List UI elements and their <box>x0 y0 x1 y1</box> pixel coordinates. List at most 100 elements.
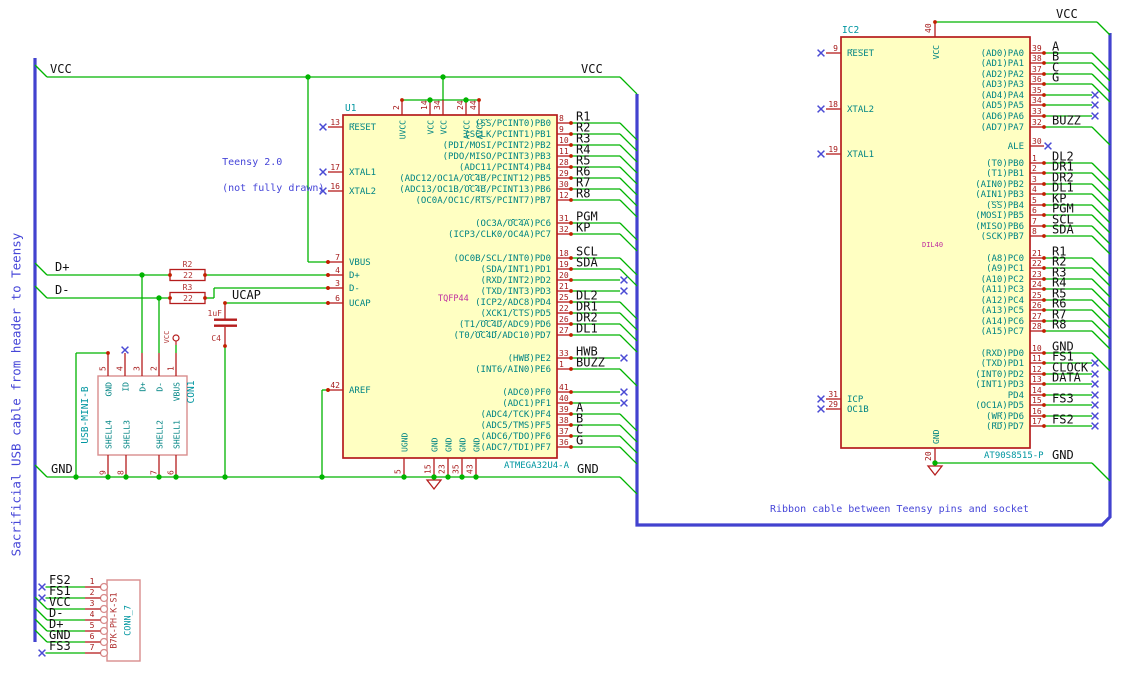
bus-entry <box>34 262 48 276</box>
ic2-symbol[interactable]: IC2DIL40AT90S8515-P9RESET18XTAL219XTAL13… <box>826 22 1044 463</box>
pin-end-dot <box>1042 72 1046 76</box>
pin-name: (PDO/MISO/PCINT3)PB3 <box>443 152 551 162</box>
c4-capacitor[interactable]: 1uF C4 <box>208 303 237 346</box>
pin-name: SHELL3 <box>123 420 132 449</box>
u1-symbol[interactable]: U1TQFP44ATMEGA32U4-A13RESET17XTAL116XTAL… <box>328 100 571 477</box>
pin-number: 40 <box>924 23 933 33</box>
pin-number: 12 <box>559 191 569 200</box>
bus-entry <box>1091 225 1111 245</box>
pin-name: (OC0B/SCL/INT0)PD0 <box>453 254 551 264</box>
bus-entry <box>619 368 638 387</box>
net-label: GND <box>577 462 599 476</box>
cap-plate <box>214 318 237 321</box>
pin-name: (TXD/INT3)PD3 <box>481 287 551 297</box>
pin-end-dot <box>1042 125 1046 129</box>
pin-end-dot <box>326 260 330 264</box>
pin-number: 12 <box>1032 365 1042 374</box>
schematic-canvas: U1 TQFP44 ATMEGA32U4-A 13 RESET 17 XTAL1 16 XTAL… <box>0 0 1131 690</box>
pin-name: (SS)PB4 <box>986 201 1024 211</box>
pin-end-dot <box>1042 103 1046 107</box>
ic2-package: DIL40 <box>922 241 943 249</box>
junction-dot <box>139 272 145 278</box>
pin-number: 6 <box>335 294 340 303</box>
no-connect-icon <box>817 395 825 403</box>
pin-end-dot <box>1042 93 1046 97</box>
pin-number: 23 <box>438 464 447 474</box>
pin-number: 25 <box>1032 291 1042 300</box>
bus-entry <box>34 629 48 643</box>
pin-end-dot <box>569 322 573 326</box>
no-connect-icon <box>620 276 628 284</box>
net-label: D- <box>55 283 69 297</box>
pin-name: (T0/OC4D/ADC10)PD7 <box>453 331 551 341</box>
pin-end-dot <box>569 434 573 438</box>
pin-number: 8 <box>1032 227 1037 236</box>
pin-name: (ADC12/OC1A/OC4B/PCINT12)PB5 <box>399 174 551 184</box>
no-connect-icon <box>817 49 825 57</box>
pin-end-dot <box>1042 277 1046 281</box>
pin-end-dot <box>223 301 227 305</box>
pin-end-dot <box>1042 51 1046 55</box>
pin-end-dot <box>1042 329 1046 333</box>
pin-name: (WR)PD6 <box>986 412 1024 422</box>
pin-end-dot <box>477 98 481 102</box>
no-connect-icon <box>817 105 825 113</box>
note-sacrificial-usb-cable: Sacrificial USB cable from header to Tee… <box>8 232 24 557</box>
pin-number: 34 <box>433 100 442 110</box>
pin-number: 15 <box>424 464 433 474</box>
net-label: GND <box>51 462 73 476</box>
net-label: VCC <box>581 62 603 76</box>
pin-end-dot <box>1042 224 1046 228</box>
pin-number: 16 <box>330 182 340 191</box>
pin-number: 15 <box>1032 396 1042 405</box>
conn7-symbol[interactable]: B7K-PH-K-S1 CONN_7 1 2 3 4 5 6 7 <box>85 577 141 662</box>
pin-number: 20 <box>924 451 933 461</box>
pin-name: ICP <box>847 395 864 405</box>
conn7-value: B7K-PH-K-S1 <box>110 592 120 648</box>
junction-dot <box>473 474 479 480</box>
pin-end-dot <box>569 356 573 360</box>
no-connect-icon <box>1091 380 1099 388</box>
bus-entry <box>1091 288 1111 308</box>
no-connect-icon <box>1091 412 1099 420</box>
r3-resistor[interactable]: R322 <box>169 283 206 305</box>
junction-dot <box>445 474 451 480</box>
u1-value: ATMEGA32U4-A <box>504 461 570 471</box>
pin-number: 7 <box>1032 217 1037 226</box>
pin-number: 32 <box>559 225 569 234</box>
pin-name: (XCK1/CTS)PD5 <box>481 309 551 319</box>
pin-number: 3 <box>1032 175 1037 184</box>
pin-name: GND <box>932 429 941 444</box>
pin-name: (OC1A)PD5 <box>975 401 1024 411</box>
cap-plate <box>214 324 237 327</box>
con1-symbol[interactable]: USB-MINI-B CON1 5 GND 4 ID 3 D+ 2 D- 1 VBUS 9 SHELL4 8… <box>80 353 197 477</box>
bus-entry <box>1096 21 1111 36</box>
r2-resistor[interactable]: R222 <box>169 260 206 282</box>
conn7-pin-circle <box>99 593 109 603</box>
pin-number: 4 <box>1032 185 1037 194</box>
pin-number: 42 <box>330 381 340 390</box>
pin-name: (A13)PC5 <box>981 306 1024 316</box>
net-label: SDA <box>576 256 598 270</box>
pin-end-dot <box>1042 213 1046 217</box>
note-teensy: Teensy 2.0 (not fully drawn) <box>198 143 324 208</box>
pin-number: 3 <box>133 366 142 371</box>
pin-name: ALE <box>1008 142 1024 152</box>
ground-symbol-icon <box>926 465 944 477</box>
pin-name: UCAP <box>349 299 371 309</box>
pin-end-dot <box>223 344 227 348</box>
bus-entry <box>1091 73 1111 93</box>
pin-number: 21 <box>559 282 569 291</box>
pin-name: XTAL1 <box>847 150 874 160</box>
pin-number: 27 <box>559 326 569 335</box>
pin-name: (SS/PCINT0)PB0 <box>475 119 551 129</box>
u1-ref: U1 <box>345 103 357 114</box>
pin-number: 44 <box>469 100 478 110</box>
pin-number: 41 <box>559 383 569 392</box>
pin-name: (ADC4/TCK)PF4 <box>481 410 551 420</box>
pin-name: (T1)PB1 <box>986 169 1024 179</box>
pin-end-dot <box>569 367 573 371</box>
bus-entry <box>1091 83 1111 103</box>
pin-name: (ADC11/PCINT4)PB4 <box>459 163 551 173</box>
pin-number: 26 <box>559 315 569 324</box>
